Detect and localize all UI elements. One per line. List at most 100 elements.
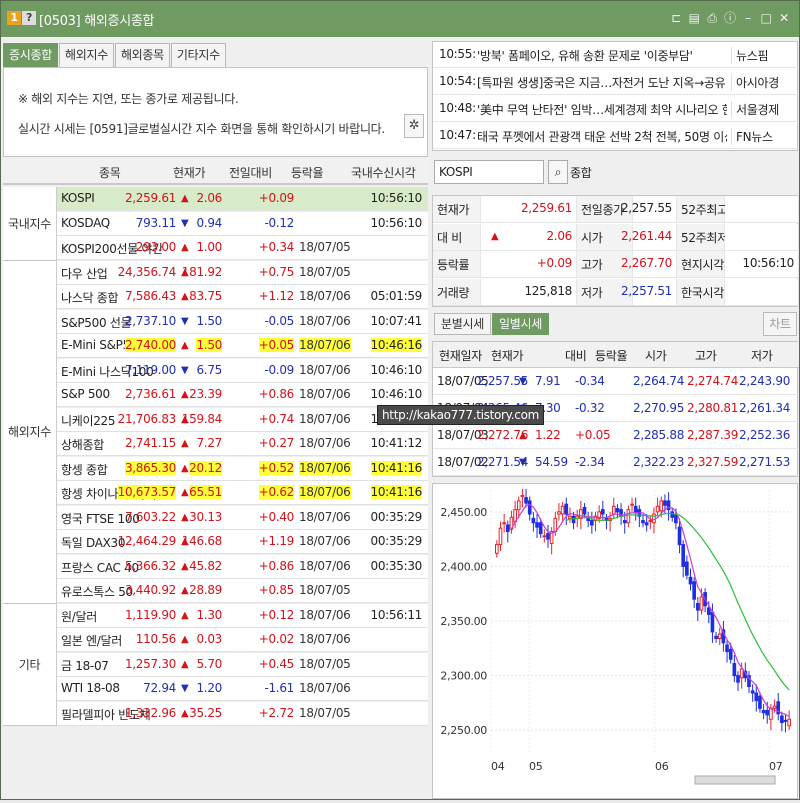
tab-market-summary[interactable]: 증시종합	[3, 43, 58, 67]
row-name: 니케이225	[61, 413, 116, 428]
help-icon[interactable]: ?	[22, 11, 36, 25]
table-row[interactable]: 원/달러 1,119.90 ▲ 1.30 +0.12 18/07/06 10:56:11	[57, 603, 428, 628]
column-header: 저가	[751, 349, 773, 363]
table-row[interactable]: 18/07/02 2,271.54 ▼ 54.59 -2.34 2,322.23 2,327…	[433, 450, 799, 476]
up-arrow-icon: ▲	[181, 511, 189, 523]
info-icon[interactable]: ⓘ	[723, 10, 737, 26]
row-price: 7,586.43	[124, 289, 176, 303]
table-row[interactable]: 프랑스 CAC 40 5,366.32 ▲ 45.82 +0.86 18/07/06 00:…	[57, 554, 428, 579]
tab-daily-quotes[interactable]: 일별시세	[491, 313, 549, 335]
row-date: 18/07/06	[299, 681, 351, 695]
table-row[interactable]: WTI 18-08 72.94 ▼ 1.20 -1.61 18/07/06	[57, 677, 428, 701]
quote-value	[725, 278, 799, 306]
candle	[516, 500, 521, 511]
table-row[interactable]: 일본 엔/달러 110.56 ▲ 0.03 +0.02 18/07/06	[57, 628, 428, 652]
table-row[interactable]: 독일 DAX30 12,464.29 ▲ 146.68 +1.19 18/07/06 00:…	[57, 530, 428, 554]
row-rate: +0.05	[258, 338, 294, 352]
table-row[interactable]: 항셍 종합 3,865.30 ▲ 20.12 +0.52 18/07/06 10:41:16	[57, 456, 428, 481]
row-change: 45.82	[189, 558, 222, 573]
row-rate: +0.62	[258, 485, 294, 499]
quote-label: 현재가	[433, 196, 481, 223]
maximize-icon[interactable]: □	[759, 10, 773, 26]
candle	[787, 718, 791, 727]
table-row[interactable]: KOSPI200선물 야간 293.00 ▲ 1.00 +0.34 18/07/05	[57, 236, 428, 260]
row-rate: +1.12	[258, 289, 295, 303]
table-row[interactable]: S&P 500 2,736.61 ▲ 23.39 +0.86 18/07/06 10:46:…	[57, 383, 428, 407]
row-time: 10:46:10	[370, 387, 423, 401]
news-item[interactable]: 10:54: [특파원 생생]중국은 지금…자전거 도난 지옥→공유 아시아경	[433, 69, 799, 95]
print-icon[interactable]: ⎙	[705, 10, 719, 26]
news-headline: 태국 푸껫에서 관광객 태운 선박 2척 전복, 50명 이상	[477, 130, 727, 144]
row-price: 1,257.30	[124, 656, 176, 671]
chart-button[interactable]: 차트	[763, 312, 797, 336]
candle	[531, 517, 536, 524]
quote-text: +0.09	[536, 256, 573, 270]
candle	[644, 522, 649, 526]
quote-label: 52주최고	[677, 196, 728, 223]
table-row[interactable]: 18/07/03 2,272.76 ▲ 1.22 +0.05 2,285.88 2,287.…	[433, 423, 799, 449]
close-icon[interactable]: ✕	[777, 10, 791, 26]
column-header: 시가	[645, 349, 667, 363]
quote-text: 2,257.55	[620, 201, 672, 215]
candle	[571, 515, 576, 524]
row-time: 10:46:10	[370, 362, 423, 377]
row-date: 18/07/06	[299, 460, 351, 475]
table-row[interactable]: 필라델피아 반도체 1,332.96 ▲ 35.25 +2.72 18/07/05	[57, 701, 428, 726]
row-date: 18/07/06	[299, 387, 351, 401]
table-row[interactable]: 상해종합 2,741.15 ▲ 7.27 +0.27 18/07/06 10:41:12	[57, 432, 428, 456]
screen-number-icon[interactable]: 1	[7, 11, 21, 25]
table-row[interactable]: 항셍 차이나기업(H) 10,673.57 ▲ 65.51 +0.62 18/07/06 1…	[57, 481, 428, 505]
price-chart[interactable]: 2,450.00 2,400.00 2,350.00 2,300.00 2,250.00…	[432, 483, 798, 799]
row-rate: +0.40	[258, 509, 295, 524]
candle	[630, 503, 634, 506]
row-rate: -2.34	[575, 455, 605, 469]
table-row[interactable]: 니케이22521,706.83▲159.84+0.7418/07/0610:36…	[57, 407, 428, 432]
news-item[interactable]: 10:47: 태국 푸껫에서 관광객 태운 선박 2척 전복, 50명 이상 FN뉴…	[433, 123, 799, 149]
search-icon[interactable]: ⌕	[548, 160, 568, 184]
row-name: WTI 18-08	[61, 681, 120, 695]
row-price: 21,706.83	[117, 411, 177, 426]
table-row[interactable]: 영국 FTSE 100 7,603.22 ▲ 30.13 +0.40 18/07/06 00…	[57, 505, 428, 530]
table-row[interactable]: KOSPI 2,259.61 ▲ 2.06 +0.09 10:56:10	[57, 187, 428, 211]
row-change: 1.30	[196, 607, 222, 622]
news-item[interactable]: 10:55: '방북' 폼페이오, 유해 송환 문제로 '이중부담' 뉴스핌	[433, 42, 799, 68]
up-arrow-icon: ▲	[181, 634, 189, 645]
quote-text: 현재가	[437, 203, 470, 217]
pin-icon[interactable]: ⊏	[669, 10, 683, 26]
tab-minute-quotes[interactable]: 분별시세	[434, 313, 491, 335]
tab-overseas-index[interactable]: 해외지수	[58, 43, 114, 67]
table-row[interactable]: S&P500 선물 2,737.10 ▼ 1.50 -0.05 18/07/06 10:07…	[57, 309, 428, 334]
gear-icon[interactable]: ✲	[404, 114, 424, 138]
row-change: 1.20	[196, 681, 222, 695]
tab-overseas-stock[interactable]: 해외종목	[114, 43, 170, 67]
row-name: 항셍 종합	[61, 462, 108, 477]
table-row[interactable]: E-Mini S&P500 2,740.00 ▲ 1.50 +0.05 18/07/06 1…	[57, 334, 428, 358]
news-item[interactable]: 10:48: '美中 무역 난타전' 임박…세계경제 최악 시나리오 현실 서울경제	[433, 96, 799, 122]
table-row[interactable]: 다우 산업 24,356.74 ▲ 181.92 +0.75 18/07/05	[57, 260, 428, 285]
table-row[interactable]: E-Mini 나스닥100 7,119.00 ▼ 6.75 -0.09 18/07/06 1…	[57, 358, 428, 383]
quote-value: +0.09	[481, 251, 577, 278]
quote-text: 전일종가	[581, 203, 624, 217]
quote-value: 2,257.51	[621, 278, 677, 306]
row-time: 00:35:29	[370, 534, 423, 548]
minimize-icon[interactable]: –	[741, 10, 755, 26]
candle	[648, 520, 653, 523]
save-icon[interactable]: ▤	[687, 10, 701, 26]
row-time: 10:56:10	[370, 215, 423, 230]
row-price: 1,332.96	[124, 705, 176, 720]
row-name: KOSDAQ	[61, 215, 110, 230]
symbol-input[interactable]: KOSPI	[434, 160, 544, 184]
row-low: 2,243.90	[739, 374, 791, 388]
row-date: 18/07/06	[299, 607, 351, 622]
table-row[interactable]: 18/07/05 2,257.55 ▼ 7.91 -0.34 2,264.74 2,274.…	[433, 369, 799, 395]
row-price: 2,740.00	[124, 338, 176, 352]
table-row[interactable]: 금 18-07 1,257.30 ▲ 5.70 +0.45 18/07/05	[57, 652, 428, 677]
news-list: 10:55: '방북' 폼페이오, 유해 송환 문제로 '이중부담' 뉴스핌 10:5…	[432, 41, 799, 151]
quote-value: 2,261.44	[621, 223, 677, 251]
quote-value: 125,818	[481, 278, 577, 306]
table-row[interactable]: 나스닥 종합 7,586.43 ▲ 83.75 +1.12 18/07/06 05:01:5…	[57, 285, 428, 309]
table-row[interactable]: KOSDAQ 793.11 ▼ 0.94 -0.12 10:56:10	[57, 211, 428, 236]
candle	[633, 505, 638, 513]
tab-other-index[interactable]: 기타지수	[170, 43, 226, 67]
table-row[interactable]: 유로스톡스 50 3,440.92 ▲ 28.89 +0.85 18/07/05	[57, 579, 428, 603]
